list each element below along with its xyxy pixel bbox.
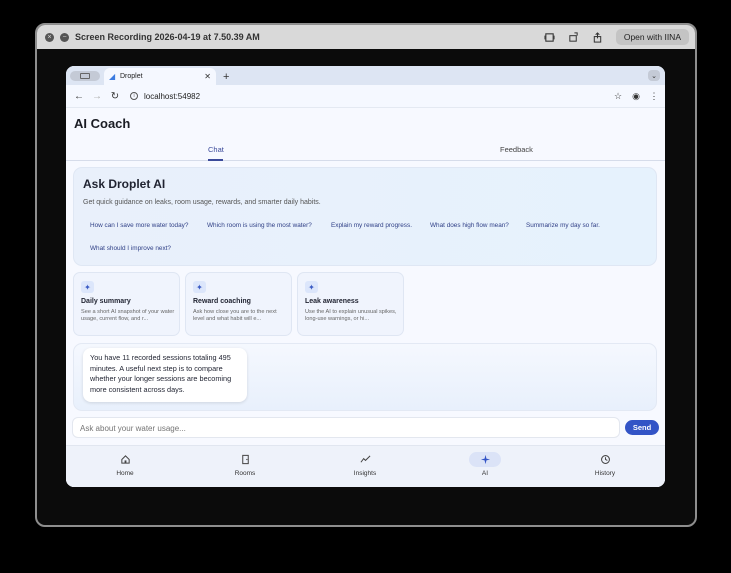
ai-message-bubble: You have 11 recorded sessions totaling 4…	[83, 348, 247, 402]
tab-title: Droplet	[120, 73, 143, 80]
nav-label: Rooms	[234, 470, 256, 477]
suggestion-chip[interactable]: What should I improve next?	[87, 243, 174, 254]
nav-label: AI	[481, 470, 489, 477]
address-bar: ← → ↻ i localhost:54982 ☆ ◉ ⋮	[66, 85, 665, 108]
active-tab-indicator	[208, 159, 223, 161]
card-leak-awareness[interactable]: ✦ Leak awareness Use the AI to explain u…	[297, 272, 404, 336]
trim-icon[interactable]	[544, 31, 556, 43]
share-icon[interactable]	[592, 31, 604, 43]
browser-window: ◢ Droplet ✕ + ⌄ ← → ↻ i localhost:54982 …	[66, 66, 665, 487]
suggestion-chip[interactable]: Summarize my day so far.	[523, 220, 603, 231]
hero-title: Ask Droplet AI	[83, 177, 166, 191]
send-button[interactable]: Send	[625, 420, 659, 435]
browser-tab-droplet[interactable]: ◢ Droplet ✕	[104, 68, 216, 85]
nav-label: Insights	[353, 470, 377, 477]
more-menu-icon[interactable]: ⋮	[649, 91, 659, 102]
home-icon	[109, 452, 141, 467]
card-description: See a short AI snapshot of your water us…	[81, 309, 175, 322]
forward-arrow-icon[interactable]: →	[90, 89, 104, 103]
ask-droplet-panel: Ask Droplet AI Get quick guidance on lea…	[73, 167, 657, 266]
minimize-window-icon[interactable]: −	[60, 32, 69, 42]
sparkle-icon: ✦	[81, 281, 94, 293]
card-title: Daily summary	[81, 298, 131, 305]
suggestion-chip[interactable]: How can I save more water today?	[87, 220, 191, 231]
tab-groups-icon	[80, 72, 90, 79]
url-field[interactable]: i localhost:54982	[130, 88, 613, 104]
sparkle-icon: ✦	[193, 281, 206, 293]
nav-ai[interactable]: AI	[455, 452, 515, 477]
player-title-bar: × − Screen Recording 2026-04-19 at 7.50.…	[37, 25, 695, 49]
segment-tabs: Chat Feedback	[66, 138, 665, 161]
page-title: AI Coach	[74, 116, 131, 131]
card-reward-coaching[interactable]: ✦ Reward coaching Ask how close you are …	[185, 272, 292, 336]
door-icon	[229, 452, 261, 467]
sparkle-icon: ✦	[305, 281, 318, 293]
app-content: AI Coach Chat Feedback Ask Droplet AI Ge…	[66, 108, 665, 487]
sparkle-icon	[469, 452, 501, 467]
nav-history[interactable]: History	[575, 452, 635, 477]
suggestion-chip[interactable]: What does high flow mean?	[427, 220, 512, 231]
history-icon	[589, 452, 621, 467]
nav-rooms[interactable]: Rooms	[215, 452, 275, 477]
chat-messages: You have 11 recorded sessions totaling 4…	[73, 343, 657, 411]
chat-composer	[72, 417, 620, 438]
tab-search-chevron-icon[interactable]: ⌄	[648, 70, 660, 81]
tab-close-icon[interactable]: ✕	[204, 72, 211, 81]
profile-icon[interactable]: ◉	[631, 91, 641, 102]
tab-strip: ◢ Droplet ✕ + ⌄	[66, 66, 665, 85]
hero-subtitle: Get quick guidance on leaks, room usage,…	[83, 199, 321, 206]
tab-feedback[interactable]: Feedback	[500, 145, 533, 154]
open-with-iina-button[interactable]: Open with IINA	[615, 29, 689, 45]
trend-icon	[349, 452, 381, 467]
flutter-favicon-icon: ◢	[109, 71, 116, 81]
bookmark-star-icon[interactable]: ☆	[613, 91, 623, 102]
back-arrow-icon[interactable]: ←	[72, 89, 86, 103]
card-daily-summary[interactable]: ✦ Daily summary See a short AI snapshot …	[73, 272, 180, 336]
site-info-icon[interactable]: i	[130, 92, 138, 100]
rotate-icon[interactable]	[568, 31, 580, 43]
nav-insights[interactable]: Insights	[335, 452, 395, 477]
close-window-icon[interactable]: ×	[45, 32, 54, 42]
card-title: Leak awareness	[305, 298, 359, 305]
bottom-navigation: Home Rooms Insights AI History	[66, 445, 665, 487]
tab-groups-button[interactable]	[66, 66, 104, 85]
nav-home[interactable]: Home	[95, 452, 155, 477]
nav-label: Home	[116, 470, 134, 477]
tab-chat[interactable]: Chat	[208, 145, 224, 154]
suggestion-chip[interactable]: Which room is using the most water?	[204, 220, 315, 231]
card-title: Reward coaching	[193, 298, 251, 305]
reload-icon[interactable]: ↻	[108, 89, 122, 103]
chat-input[interactable]	[73, 419, 619, 438]
suggestion-chip[interactable]: Explain my reward progress.	[328, 220, 415, 231]
new-tab-button[interactable]: +	[223, 71, 229, 83]
player-title: Screen Recording 2026-04-19 at 7.50.39 A…	[75, 32, 260, 42]
card-description: Use the AI to explain unusual spikes, lo…	[305, 309, 397, 322]
nav-label: History	[594, 470, 616, 477]
url-text: localhost:54982	[144, 91, 201, 101]
card-description: Ask how close you are to the next level …	[193, 309, 277, 322]
